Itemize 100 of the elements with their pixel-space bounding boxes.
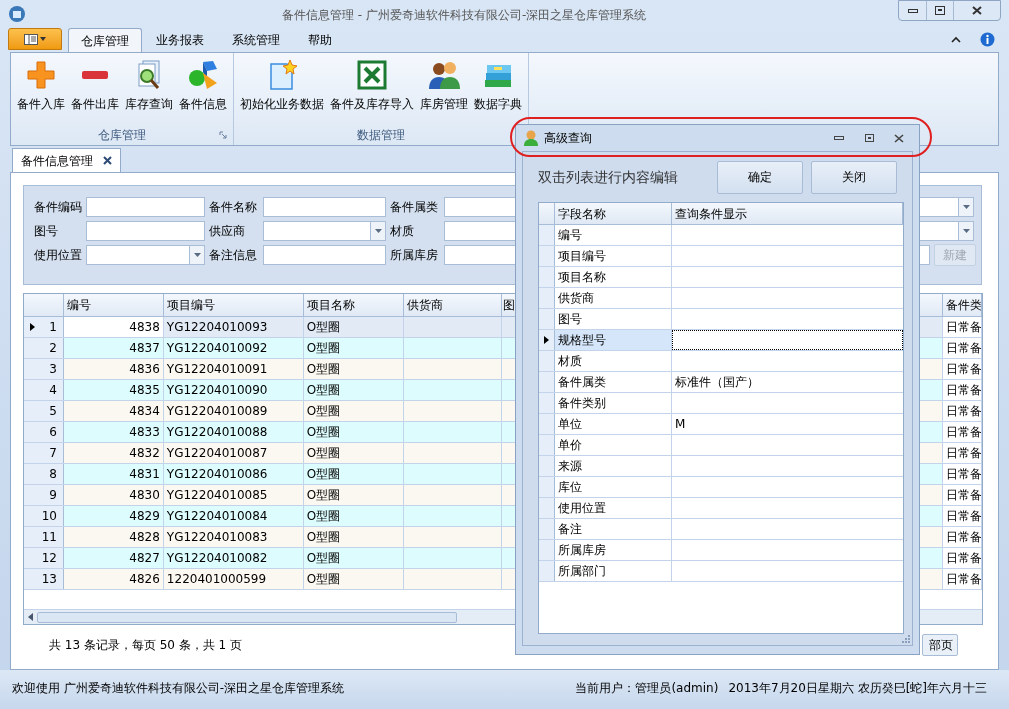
current-row-icon (544, 336, 549, 344)
field-row[interactable]: 使用位置 (539, 498, 903, 519)
table-cell-text: YG12204010087 (166, 445, 268, 462)
table-cell-text: YG12204010086 (166, 466, 268, 483)
text-field[interactable] (263, 245, 386, 265)
table-cell-text: 日常备 (946, 319, 981, 336)
page-button[interactable]: 部页 (922, 634, 958, 656)
field-row[interactable]: 所属库房 (539, 540, 903, 561)
dialog-launcher-icon[interactable] (219, 131, 227, 139)
ribbon-button[interactable]: 库存查询 (123, 59, 175, 125)
text-field[interactable] (86, 197, 205, 217)
text-field[interactable] (86, 221, 205, 241)
filter-label: 图号 (34, 223, 59, 240)
resize-grip-icon[interactable] (902, 635, 910, 643)
field-row[interactable]: 备件属类 标准件（国产） (539, 372, 903, 393)
ribbon-tab[interactable]: 系统管理 (218, 28, 294, 52)
record-summary: 共 13 条记录，每页 50 条，共 1 页 (49, 638, 243, 652)
filter-label: 所属库房 (390, 247, 439, 264)
filter-label: 备件名称 (209, 199, 258, 216)
column-header[interactable]: 图 (502, 296, 515, 314)
table-cell-text: 1220401000599 (166, 571, 267, 588)
column-header[interactable]: 查询条件显示 (675, 204, 747, 223)
row-number: 4 (49, 382, 57, 399)
dialog-button[interactable]: 关闭 (811, 160, 897, 194)
table-cell-text: 日常备 (946, 529, 981, 546)
field-row[interactable]: 单价 (539, 435, 903, 456)
table-cell-text: O型圈 (306, 487, 341, 504)
scroll-left-icon[interactable] (28, 613, 33, 621)
ribbon-button[interactable]: 库房管理 (418, 59, 470, 125)
table-cell-text: YG12204010090 (166, 382, 268, 399)
filter-label: 备注信息 (209, 247, 258, 264)
ribbon-tab[interactable]: 业务报表 (142, 28, 218, 52)
ribbon-button[interactable]: 备件出库 (69, 59, 121, 125)
field-row[interactable]: 项目编号 (539, 246, 903, 267)
field-row[interactable]: 备件类别 (539, 393, 903, 414)
table-cell-text: YG12204010093 (166, 319, 268, 336)
ribbon-button[interactable]: 数据字典 (472, 59, 524, 125)
current-user: 当前用户：管理员(admin) (575, 679, 719, 697)
field-row[interactable]: 材质 (539, 351, 903, 372)
table-cell-text: 4836 (129, 361, 160, 378)
dialog-title: 高级查询 (544, 130, 592, 147)
minimize-icon (834, 136, 844, 140)
field-row[interactable]: 所属部门 (539, 561, 903, 582)
table-cell-text: O型圈 (306, 445, 341, 462)
column-header[interactable]: 备件类 (946, 296, 981, 314)
row-number: 7 (49, 445, 57, 462)
text-field[interactable] (263, 197, 386, 217)
table-cell-text: 4829 (129, 508, 160, 525)
dialog-button[interactable]: 确定 (717, 160, 803, 194)
ribbon-button[interactable]: 初始化业务数据 (238, 59, 326, 125)
field-row[interactable]: 项目名称 (539, 267, 903, 288)
column-header[interactable]: 编号 (66, 296, 91, 314)
table-cell-text: 4834 (129, 403, 160, 420)
column-header[interactable]: 项目编号 (166, 296, 215, 314)
group-label: 仓库管理 (98, 127, 146, 144)
ribbon-tab[interactable]: 仓库管理 (68, 28, 142, 52)
window-title: 备件信息管理 - 广州爱奇迪软件科技有限公司-深田之星仓库管理系统 (282, 7, 647, 24)
table-cell-text: 4826 (129, 571, 160, 588)
table-cell-text: 日常备 (946, 508, 981, 525)
close-icon (894, 133, 904, 143)
table-cell-text: 日常备 (946, 403, 981, 420)
document-tab[interactable]: 备件信息管理 (12, 148, 121, 172)
dropdown-field[interactable] (86, 245, 205, 265)
app-menu-button[interactable] (8, 28, 62, 50)
field-row[interactable]: 来源 (539, 456, 903, 477)
shapes-icon (187, 59, 219, 91)
row-number: 11 (41, 529, 57, 546)
table-cell-text: 4830 (129, 487, 160, 504)
field-row[interactable]: 编号 (539, 225, 903, 246)
minus-icon (82, 71, 108, 79)
dropdown-field[interactable] (263, 221, 386, 241)
ribbon-tab[interactable]: 帮助 (294, 28, 346, 52)
column-header[interactable]: 项目名称 (306, 296, 355, 314)
field-row[interactable]: 供货商 (539, 288, 903, 309)
group-label: 数据管理 (357, 127, 405, 144)
field-name: 编号 (558, 227, 582, 244)
table-cell-text: O型圈 (306, 508, 341, 525)
current-row-icon (30, 323, 35, 331)
collapse-ribbon-icon[interactable] (951, 36, 961, 43)
field-row[interactable]: 库位 (539, 477, 903, 498)
table-cell-text: 日常备 (946, 361, 981, 378)
ribbon-button[interactable]: 备件入库 (15, 59, 67, 125)
filter-label: 材质 (390, 223, 415, 240)
close-icon[interactable] (103, 156, 112, 165)
filter-label: 供应商 (209, 223, 246, 240)
column-header[interactable]: 字段名称 (558, 204, 606, 223)
info-icon[interactable] (980, 32, 995, 47)
column-header[interactable]: 供货商 (406, 296, 443, 314)
ribbon-button[interactable]: 备件及库存导入 (328, 59, 416, 125)
status-text: 欢迎使用 广州爱奇迪软件科技有限公司-深田之星仓库管理系统 (12, 679, 345, 697)
ribbon-button[interactable]: 备件信息 (177, 59, 229, 125)
field-row[interactable]: 单位 M (539, 414, 903, 435)
table-cell-text: YG12204010082 (166, 550, 268, 567)
field-row[interactable]: 备注 (539, 519, 903, 540)
table-cell-text: YG12204010084 (166, 508, 268, 525)
tab-label: 备件信息管理 (21, 152, 93, 170)
table-cell-text: O型圈 (306, 361, 341, 378)
row-number: 13 (41, 571, 57, 588)
row-number: 6 (49, 424, 57, 441)
app-icon[interactable] (8, 5, 26, 23)
